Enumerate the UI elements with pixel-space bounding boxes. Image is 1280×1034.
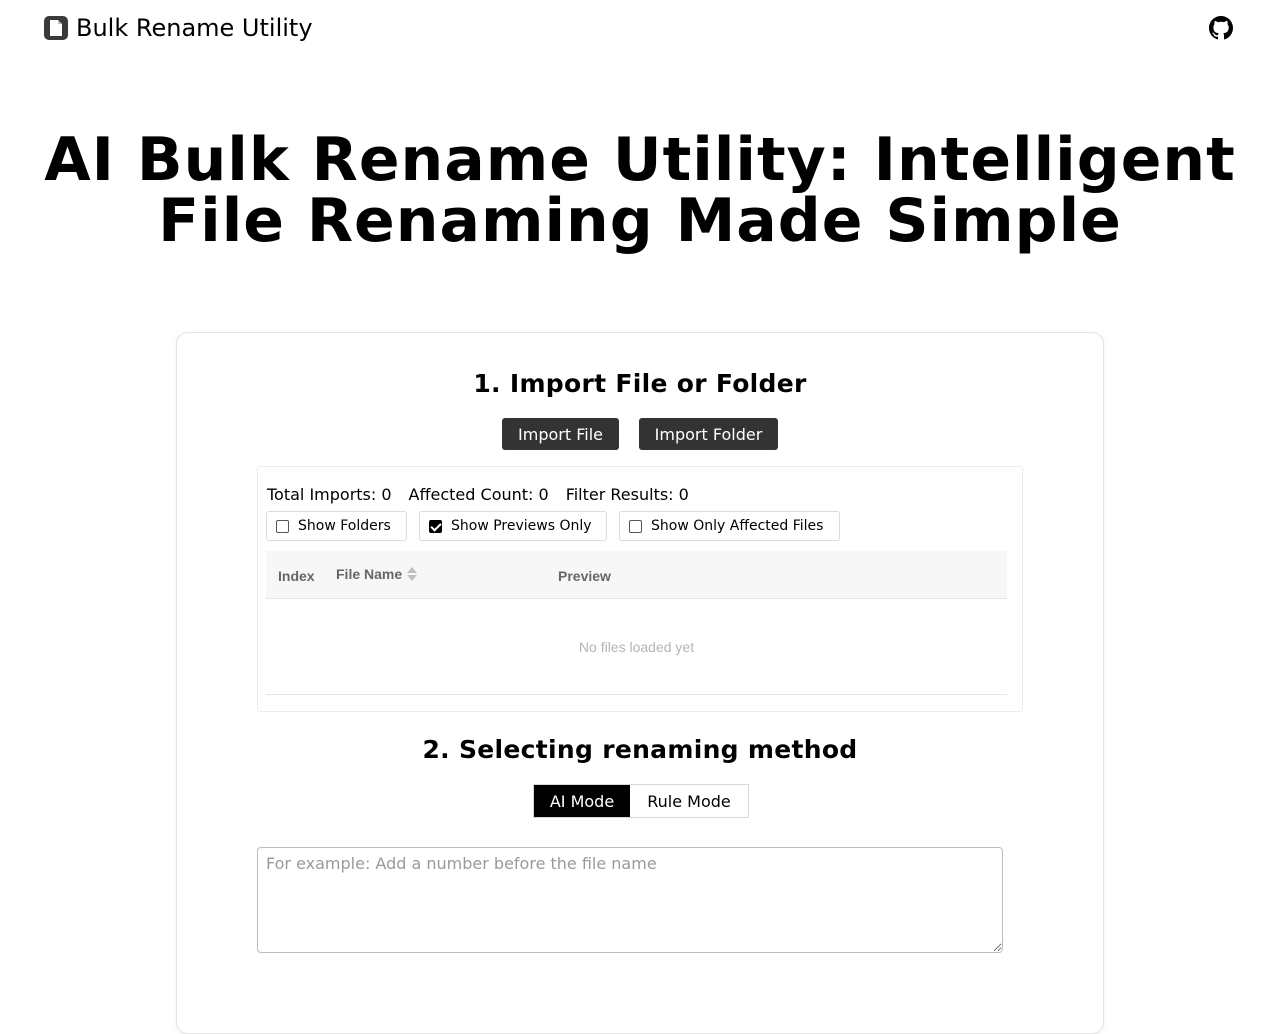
import-file-button[interactable]: Import File (502, 418, 619, 450)
column-file-name[interactable]: File Name (336, 566, 402, 582)
column-preview: Preview (558, 568, 611, 584)
document-icon (44, 16, 68, 40)
page-title: AI Bulk Rename Utility: Intelligent File… (44, 125, 1236, 256)
mode-toggle: AI Mode Rule Mode (533, 784, 749, 818)
file-list-panel: Total Imports: 0 Affected Count: 0 Filter … (257, 466, 1023, 712)
rule-mode-button[interactable]: Rule Mode (630, 785, 748, 817)
show-folders-checkbox[interactable] (276, 519, 289, 533)
method-section-title: 2. Selecting renaming method (422, 735, 858, 764)
github-icon (1209, 16, 1233, 40)
show-affected-only-checkbox[interactable] (629, 519, 642, 533)
empty-table-message: No files loaded yet (578, 639, 695, 655)
file-table-header: Index File Name Preview (266, 551, 1007, 599)
table-divider (266, 694, 1007, 695)
app-name: Bulk Rename Utility (76, 14, 313, 42)
column-index: Index (278, 568, 315, 584)
brand[interactable]: Bulk Rename Utility (44, 14, 313, 42)
import-stats: Total Imports: 0 Affected Count: 0 Filter … (267, 485, 706, 505)
import-folder-button[interactable]: Import Folder (639, 418, 778, 450)
rename-prompt-input[interactable] (257, 847, 1003, 953)
show-previews-only-checkbox[interactable] (429, 519, 442, 533)
sort-icon[interactable] (406, 565, 418, 583)
show-affected-only-filter[interactable]: Show Only Affected Files (619, 511, 840, 541)
github-link[interactable] (1209, 16, 1233, 40)
total-imports: Total Imports: 0 (267, 485, 392, 504)
show-folders-label: Show Folders (298, 518, 391, 534)
import-section-title: 1. Import File or Folder (473, 369, 807, 398)
ai-mode-button[interactable]: AI Mode (534, 785, 630, 817)
show-previews-only-filter[interactable]: Show Previews Only (419, 511, 607, 541)
main-card: 1. Import File or Folder Import File Imp… (176, 332, 1104, 1034)
show-folders-filter[interactable]: Show Folders (266, 511, 407, 541)
show-affected-only-label: Show Only Affected Files (651, 518, 824, 534)
top-header: Bulk Rename Utility (0, 0, 1280, 56)
show-previews-only-label: Show Previews Only (451, 518, 592, 534)
filter-results: Filter Results: 0 (565, 485, 689, 504)
affected-count: Affected Count: 0 (408, 485, 549, 504)
